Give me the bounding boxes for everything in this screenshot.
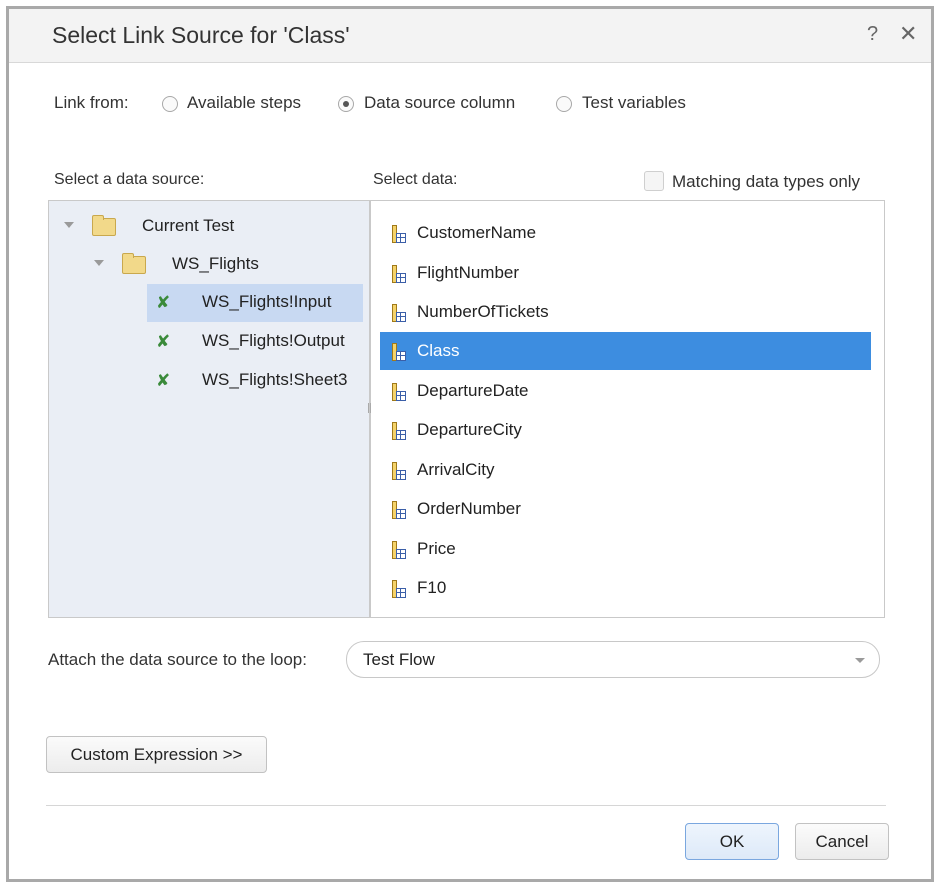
list-item[interactable]: CustomerName <box>380 214 871 252</box>
radio-available-steps[interactable] <box>162 96 178 112</box>
list-item-selected[interactable]: Class <box>380 332 871 370</box>
splitter-grip-icon[interactable] <box>368 403 371 413</box>
folder-icon <box>92 215 116 236</box>
tree-item-ws-flights-output[interactable]: ✘ WS_Flights!Output <box>156 324 366 360</box>
radio-test-variables-label[interactable]: Test variables <box>582 93 686 113</box>
list-item[interactable]: NumberOfTickets <box>380 293 871 331</box>
column-icon <box>392 462 406 480</box>
link-from-label: Link from: <box>54 93 129 112</box>
tree-item-label: WS_Flights!Input <box>202 292 332 311</box>
column-icon <box>392 383 406 401</box>
list-item-label: ArrivalCity <box>417 460 495 479</box>
list-item-label: CustomerName <box>417 223 537 242</box>
list-item-label: Price <box>417 539 456 558</box>
list-item-label: DepartureDate <box>417 381 529 400</box>
expand-arrow-icon[interactable] <box>64 222 74 228</box>
list-item[interactable]: Price <box>380 530 871 568</box>
excel-icon: ✘ <box>156 293 171 313</box>
tree-item-label: WS_Flights!Output <box>202 331 345 350</box>
folder-icon <box>122 253 146 274</box>
column-icon <box>392 343 406 361</box>
list-item-label: FlightNumber <box>417 263 520 282</box>
list-item[interactable]: ArrivalCity <box>380 451 871 489</box>
column-icon <box>392 422 406 440</box>
list-item[interactable]: DepartureCity <box>380 411 871 449</box>
expand-arrow-icon[interactable] <box>94 260 104 266</box>
excel-icon: ✘ <box>156 332 171 352</box>
tree-item-ws-flights[interactable]: WS_Flights <box>94 247 364 283</box>
divider <box>46 805 886 806</box>
custom-expression-button[interactable]: Custom Expression >> <box>46 736 267 773</box>
attach-loop-label: Attach the data source to the loop: <box>48 650 307 669</box>
list-item-label: Class <box>417 341 460 360</box>
loop-select[interactable]: Test Flow <box>346 641 880 678</box>
list-item[interactable]: DepartureDate <box>380 372 871 410</box>
list-item[interactable]: OrderNumber <box>380 490 871 528</box>
dialog-titlebar: Select Link Source for 'Class' ? ✕ <box>9 9 931 63</box>
matching-types-label[interactable]: Matching data types only <box>672 172 860 192</box>
list-item-label: F10 <box>417 578 447 597</box>
cancel-button[interactable]: Cancel <box>795 823 889 860</box>
column-icon <box>392 580 406 598</box>
list-item-label: DepartureCity <box>417 420 522 439</box>
column-icon <box>392 265 406 283</box>
chevron-down-icon[interactable] <box>855 658 865 663</box>
dialog-title: Select Link Source for 'Class' <box>52 22 350 48</box>
ok-button[interactable]: OK <box>685 823 779 860</box>
loop-select-value: Test Flow <box>363 650 435 669</box>
list-item-label: OrderNumber <box>417 499 521 518</box>
select-data-source-label: Select a data source: <box>54 171 205 188</box>
list-item-label: NumberOfTickets <box>417 302 549 321</box>
tree-item-label: Current Test <box>142 216 235 235</box>
column-icon <box>392 541 406 559</box>
radio-data-source-column[interactable] <box>338 96 354 112</box>
tree-item-ws-flights-sheet3[interactable]: ✘ WS_Flights!Sheet3 <box>156 363 366 399</box>
radio-test-variables[interactable] <box>556 96 572 112</box>
select-data-label: Select data: <box>373 171 458 188</box>
tree-item-label: WS_Flights!Sheet3 <box>202 370 348 389</box>
radio-data-source-column-label[interactable]: Data source column <box>364 93 515 113</box>
list-item[interactable]: F10 <box>380 569 871 607</box>
excel-icon: ✘ <box>156 371 171 391</box>
help-icon[interactable]: ? <box>867 23 878 46</box>
column-icon <box>392 304 406 322</box>
tree-item-ws-flights-input[interactable]: ✘ WS_Flights!Input <box>156 285 366 321</box>
close-icon[interactable]: ✕ <box>899 21 917 47</box>
column-icon <box>392 501 406 519</box>
radio-available-steps-label[interactable]: Available steps <box>187 93 301 113</box>
matching-types-checkbox[interactable] <box>644 171 664 191</box>
column-icon <box>392 225 406 243</box>
tree-item-label: WS_Flights <box>172 254 259 273</box>
tree-item-current-test[interactable]: Current Test <box>64 209 364 245</box>
list-item[interactable]: FlightNumber <box>380 254 871 292</box>
